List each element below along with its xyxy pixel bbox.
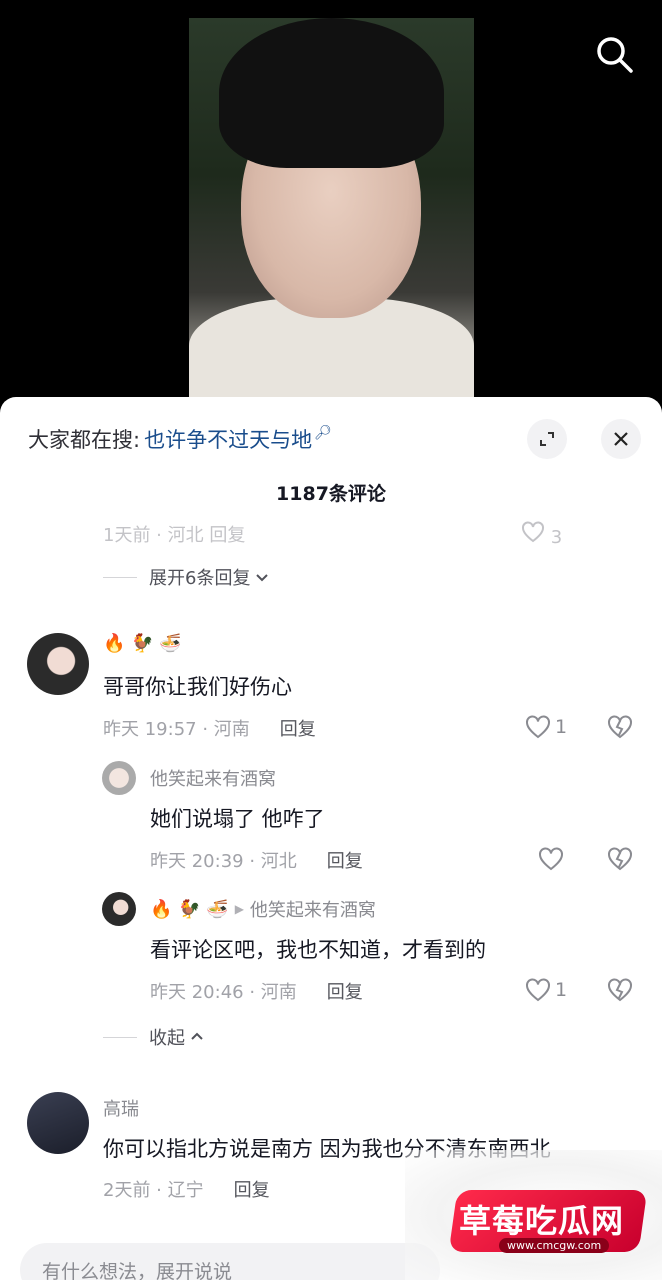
trending-search[interactable]: 大家都在搜: 也许争不过天与地 🔎︎ — [28, 423, 332, 455]
expand-replies-label: 展开6条回复 — [149, 568, 251, 589]
reply-time-location: 昨天 20:39 · 河北 — [150, 851, 297, 872]
trending-search-keyword[interactable]: 也许争不过天与地 — [144, 424, 312, 454]
comment-meta: 昨天 19:57 · 河南 回复 — [103, 715, 316, 741]
heart-icon — [526, 715, 550, 739]
trending-search-prefix: 大家都在搜: — [28, 428, 141, 452]
chevron-up-icon — [191, 1032, 203, 1040]
faded-like-count: 3 — [550, 527, 563, 545]
broken-heart-icon — [608, 847, 632, 871]
faded-like[interactable]: 3 — [521, 521, 562, 545]
comment-meta: 2天前 · 辽宁 回复 — [103, 1176, 270, 1202]
watermark-url: www.cmcgw.com — [499, 1238, 610, 1253]
watermark: 草莓吃瓜网 www.cmcgw.com — [405, 1150, 662, 1280]
reply-button[interactable]: 回复 — [327, 978, 363, 1004]
comment-time-location: 2天前 · 辽宁 — [103, 1180, 204, 1201]
reply-text: 看评论区吧，我也不知道，才看到的 — [150, 938, 486, 962]
like-button[interactable]: 1 — [525, 978, 567, 1002]
reply-button[interactable]: 回复 — [234, 1176, 270, 1202]
reply-author-name: 他笑起来有酒窝 — [150, 769, 276, 790]
collapse-replies-button[interactable]: 收起 — [103, 1023, 205, 1051]
comment-text: 哥哥你让我们好伤心 — [103, 675, 292, 699]
like-count: 1 — [555, 979, 568, 1001]
comment-input-placeholder: 有什么想法，展开说说 — [42, 1261, 233, 1280]
expand-panel-button[interactable] — [527, 419, 567, 459]
close-button[interactable] — [601, 419, 641, 459]
author-emoji-name: 🔥 🐓 🍜 — [103, 633, 182, 654]
small-search-icon: 🔎︎ — [314, 425, 332, 441]
comment-input[interactable]: 有什么想法，展开说说 — [20, 1243, 440, 1280]
faded-comment-meta: 1天前 · 河北 回复 3 — [103, 521, 643, 545]
reply-arrow-icon: ▶ — [234, 902, 244, 916]
divider-line — [103, 1036, 137, 1038]
heart-icon — [526, 978, 550, 1002]
chevron-down-icon — [256, 574, 269, 582]
reply-meta: 昨天 20:39 · 河北 回复 — [150, 847, 363, 873]
reply-to-name: 他笑起来有酒窝 — [249, 900, 376, 921]
comment-author-name: 高瑞 — [103, 1099, 139, 1120]
reply-button[interactable]: 回复 — [280, 715, 316, 741]
avatar[interactable] — [102, 761, 136, 795]
expand-replies-button[interactable]: 展开6条回复 — [103, 563, 270, 591]
reply-author[interactable]: 🔥 🐓 🍜 ▶ 他笑起来有酒窝 — [150, 896, 376, 922]
heart-icon — [539, 847, 563, 871]
heart-icon — [522, 521, 544, 543]
comment-author[interactable]: 🔥 🐓 🍜 — [103, 633, 182, 654]
faded-meta-text: 1天前 · 河北 回复 — [103, 525, 246, 545]
expand-icon — [540, 432, 554, 446]
dislike-button[interactable] — [607, 978, 633, 1006]
comment-author[interactable]: 高瑞 — [103, 1095, 139, 1121]
broken-heart-icon — [608, 978, 632, 1002]
reply-text: 她们说塌了 他咋了 — [150, 807, 325, 831]
avatar[interactable] — [102, 892, 136, 926]
reply-button[interactable]: 回复 — [327, 847, 363, 873]
divider-line — [103, 576, 137, 578]
comment-sheet: 大家都在搜: 也许争不过天与地 🔎︎ 1187条评论 1天前 · 河北 回复 3… — [0, 397, 662, 1280]
video-frame[interactable] — [189, 18, 474, 410]
collapse-label: 收起 — [149, 1028, 185, 1049]
dislike-button[interactable] — [607, 847, 633, 875]
like-count: 1 — [555, 716, 568, 738]
video-person-hair — [219, 18, 444, 168]
reply-author[interactable]: 他笑起来有酒窝 — [150, 765, 276, 791]
search-icon[interactable] — [594, 34, 634, 74]
like-button[interactable]: 1 — [525, 715, 567, 739]
reply-time-location: 昨天 20:46 · 河南 — [150, 982, 297, 1003]
reply-author-emoji-name: 🔥 🐓 🍜 — [150, 898, 229, 920]
broken-heart-icon — [608, 715, 632, 739]
dislike-button[interactable] — [607, 715, 633, 743]
comment-time-location: 昨天 19:57 · 河南 — [103, 719, 250, 740]
comment-count: 1187条评论 — [276, 483, 386, 505]
reply-meta: 昨天 20:46 · 河南 回复 — [150, 978, 363, 1004]
avatar[interactable] — [27, 633, 89, 695]
avatar[interactable] — [27, 1092, 89, 1154]
video-area[interactable] — [0, 0, 662, 410]
close-icon — [614, 432, 628, 446]
like-button[interactable] — [538, 847, 568, 871]
watermark-title: 草莓吃瓜网 — [459, 1202, 625, 1240]
